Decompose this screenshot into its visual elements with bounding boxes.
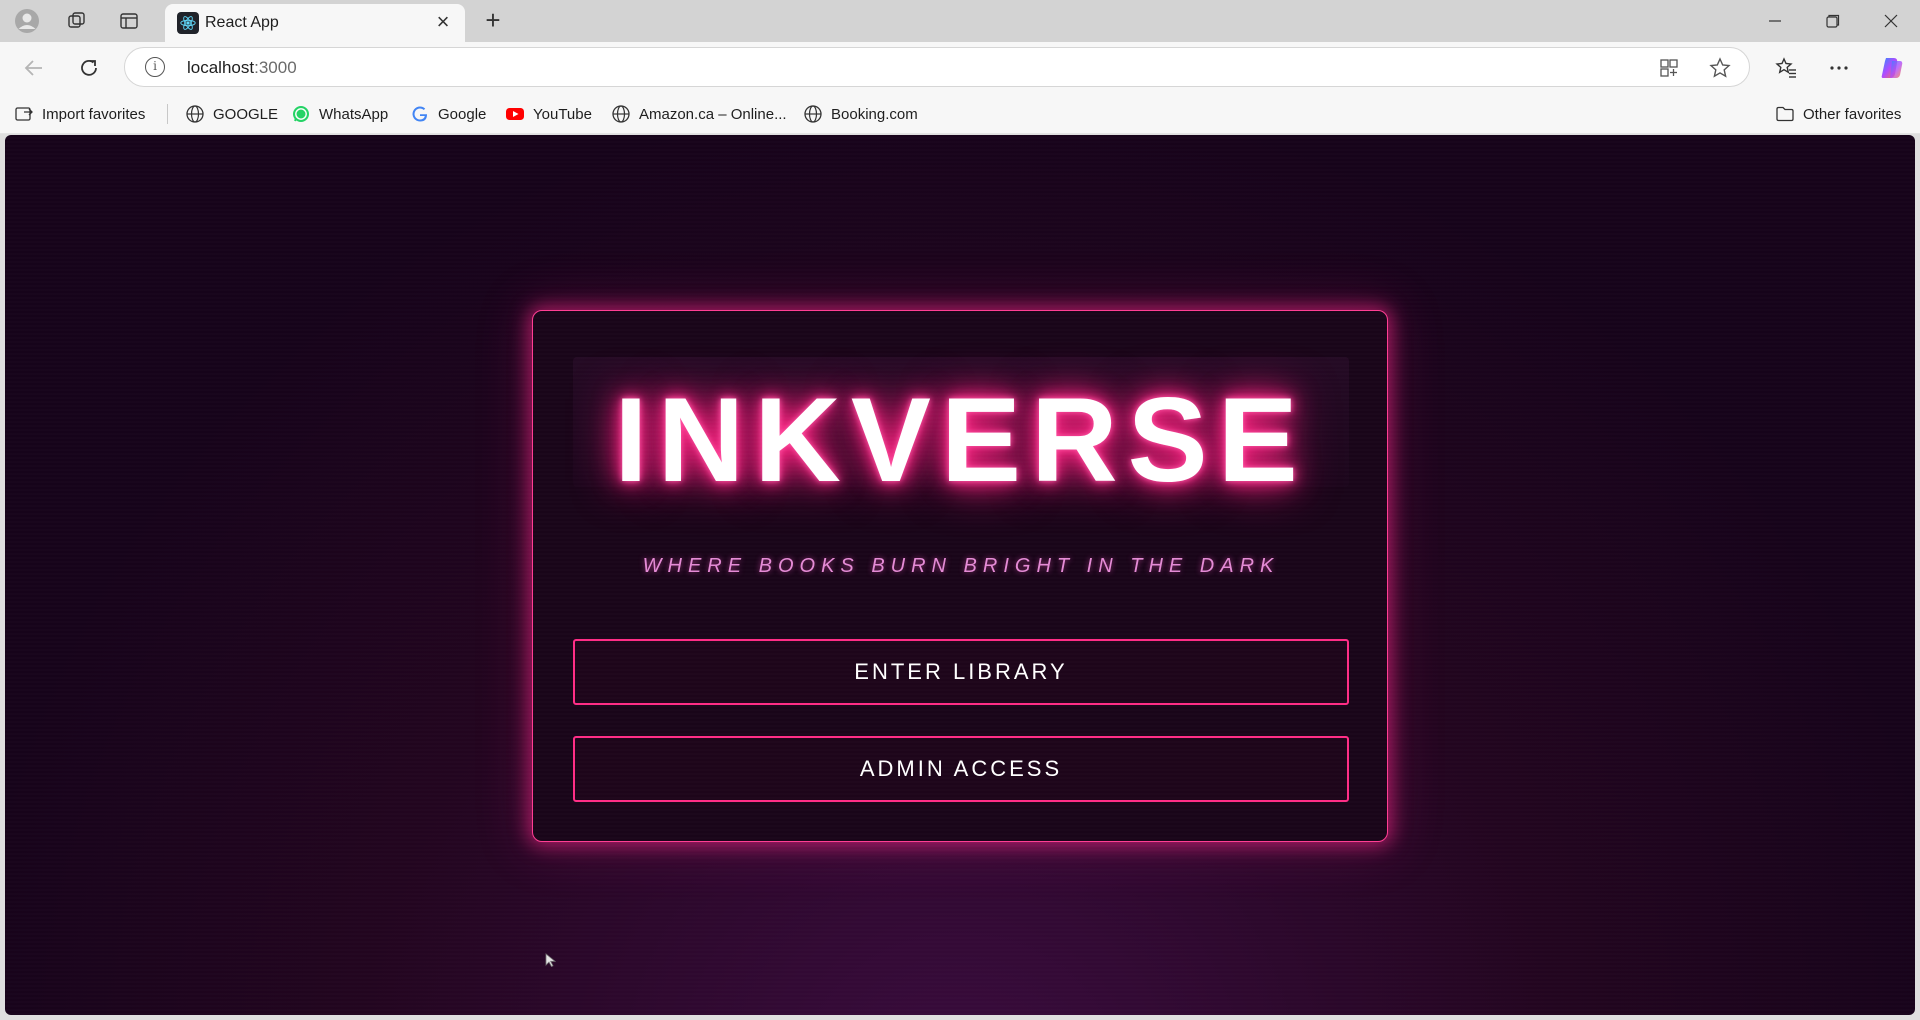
admin-access-button[interactable]: ADMIN ACCESS <box>573 736 1349 802</box>
bookmark-other-favorites[interactable]: Other favorites <box>1775 102 1901 126</box>
page-viewport: INKVERSE WHERE BOOKS BURN BRIGHT IN THE … <box>5 135 1915 1015</box>
bookmark-whatsapp[interactable]: WhatsApp <box>291 102 388 126</box>
refresh-icon[interactable] <box>73 52 105 84</box>
copilot-icon[interactable] <box>1876 52 1908 84</box>
mouse-cursor-icon <box>545 953 557 968</box>
app-logo: INKVERSE <box>614 373 1308 507</box>
bookmark-google-caps[interactable]: GOOGLE <box>185 102 278 126</box>
address-bar[interactable]: i localhost:3000 <box>124 47 1750 87</box>
favorite-star-icon[interactable] <box>1707 55 1733 81</box>
apps-icon[interactable] <box>1656 55 1682 81</box>
bookmark-booking[interactable]: Booking.com <box>803 102 918 126</box>
close-tab-icon[interactable]: × <box>431 10 455 34</box>
google-icon <box>410 104 430 124</box>
site-info-icon[interactable]: i <box>145 57 165 77</box>
globe-icon <box>611 104 631 124</box>
workspaces-icon[interactable] <box>62 7 92 35</box>
back-icon[interactable] <box>18 52 50 84</box>
bookmark-youtube[interactable]: YouTube <box>505 102 592 126</box>
more-options-icon[interactable] <box>1823 52 1855 84</box>
favorites-icon[interactable] <box>1770 52 1802 84</box>
react-icon <box>177 12 199 34</box>
minimize-icon[interactable] <box>1747 0 1803 42</box>
bookmark-import-favorites[interactable]: Import favorites <box>14 102 145 126</box>
bookmarks-bar: Import favorites GOOGLE WhatsApp Google … <box>0 92 1920 134</box>
globe-icon <box>185 104 205 124</box>
restore-icon[interactable] <box>1805 0 1861 42</box>
url-text: localhost:3000 <box>187 58 297 77</box>
tab-react-app[interactable]: React App × <box>165 4 465 42</box>
tagline: WHERE BOOKS BURN BRIGHT IN THE DARK <box>642 555 1280 577</box>
profile-icon[interactable] <box>12 7 42 35</box>
login-card: INKVERSE WHERE BOOKS BURN BRIGHT IN THE … <box>532 310 1388 842</box>
bookmark-google[interactable]: Google <box>410 102 486 126</box>
bookmark-amazon[interactable]: Amazon.ca – Online... <box>611 102 787 126</box>
youtube-icon <box>505 104 525 124</box>
whatsapp-icon <box>291 104 311 124</box>
tab-title: React App <box>205 14 279 31</box>
folder-icon <box>1775 104 1795 124</box>
tab-bar: React App × + <box>0 0 1920 42</box>
close-window-icon[interactable] <box>1863 0 1919 42</box>
new-tab-icon[interactable]: + <box>478 6 508 36</box>
enter-library-button[interactable]: ENTER LIBRARY <box>573 639 1349 705</box>
globe-icon <box>803 104 823 124</box>
vertical-tabs-icon[interactable] <box>114 7 144 35</box>
import-icon <box>14 104 34 124</box>
toolbar: i localhost:3000 <box>0 42 1920 92</box>
bookmark-separator <box>167 104 168 124</box>
